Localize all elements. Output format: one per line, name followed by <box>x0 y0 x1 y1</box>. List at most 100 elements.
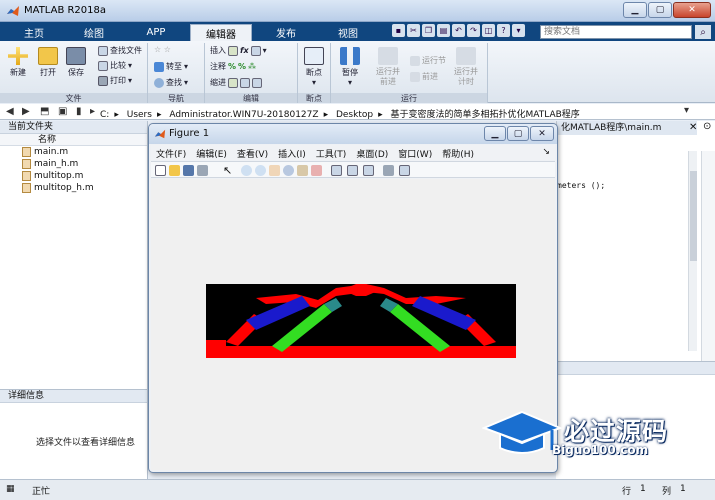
new-button[interactable]: 新建 <box>8 47 28 78</box>
code-line[interactable]: meters (); <box>557 181 605 190</box>
breadcrumb-item[interactable]: Desktop <box>336 110 373 120</box>
scrollbar-thumb[interactable] <box>690 171 697 261</box>
find-button[interactable]: 查找 ▾ <box>154 77 188 88</box>
m-file-icon <box>22 147 31 157</box>
run-and-time-button[interactable]: 运行并计时 <box>452 47 480 87</box>
menu-view[interactable]: 查看(V) <box>232 145 273 160</box>
uncomment-icon[interactable]: % <box>238 62 246 71</box>
brush-icon[interactable] <box>311 165 322 176</box>
wrap-comment-icon[interactable]: ⁂ <box>248 62 256 71</box>
list-item[interactable]: main.m <box>0 146 147 158</box>
breadcrumb-item[interactable]: Users <box>127 110 152 120</box>
open-button[interactable]: 打开 <box>38 47 58 78</box>
menu-insert[interactable]: 插入(I) <box>273 145 311 160</box>
menu-edit[interactable]: 编辑(E) <box>191 145 232 160</box>
tab-publish[interactable]: 发布 <box>258 24 314 41</box>
compare-button[interactable]: 比较 ▾ <box>98 60 132 71</box>
new-figure-icon[interactable] <box>155 165 166 176</box>
menu-window[interactable]: 窗口(W) <box>393 145 437 160</box>
editor-tab[interactable]: 化MATLAB程序\main.m <box>557 121 697 135</box>
comment-button[interactable]: 注释 % % ⁂ <box>210 61 256 72</box>
breadcrumb-item[interactable]: C: <box>100 110 109 120</box>
close-button[interactable]: ✕ <box>530 126 554 141</box>
tab-view[interactable]: 视图 <box>320 24 376 41</box>
switch-windows-icon[interactable]: ◫ <box>482 24 495 37</box>
indent-button[interactable]: 缩进 <box>210 77 262 88</box>
minimize-button[interactable]: ▁ <box>484 126 506 141</box>
smart-indent-icon <box>228 77 238 88</box>
list-item[interactable]: multitop.m <box>0 170 147 182</box>
zoom-in-icon[interactable] <box>241 165 252 176</box>
fx-icon[interactable]: fx <box>240 46 249 55</box>
advance-button[interactable]: 前进 <box>410 71 438 82</box>
bookmark-buttons[interactable]: ☆ ☆ <box>154 45 171 54</box>
forward-arrow-icon[interactable]: ▶ <box>22 106 30 117</box>
close-icon[interactable]: ✕ <box>689 122 697 133</box>
tab-apps[interactable]: APP <box>128 24 184 41</box>
search-documentation-input[interactable] <box>540 25 692 39</box>
open-file-icon[interactable] <box>169 165 180 176</box>
list-item[interactable]: multitop_h.m <box>0 182 147 194</box>
list-item[interactable]: main_h.m <box>0 158 147 170</box>
tab-home[interactable]: 主页 <box>8 24 60 41</box>
menu-tools[interactable]: 工具(T) <box>311 145 352 160</box>
editor-scrollbar[interactable] <box>688 151 697 351</box>
undo-icon[interactable]: ↶ <box>452 24 465 37</box>
insert-cell-icon <box>228 45 238 56</box>
undock-icon[interactable]: ↘ <box>537 145 555 160</box>
find-files-button[interactable]: 查找文件 <box>98 45 142 56</box>
pause-button[interactable]: 暂停 ▾ <box>340 47 360 87</box>
percent-comment-icon[interactable]: % <box>228 62 236 71</box>
find-icon <box>154 77 164 88</box>
copy-icon[interactable]: ❐ <box>422 24 435 37</box>
print-figure-icon[interactable] <box>197 165 208 176</box>
run-and-advance-button[interactable]: 运行并前进 <box>374 47 402 87</box>
tab-editor[interactable]: 编辑器 <box>190 24 252 41</box>
run-section-button[interactable]: 运行节 <box>410 55 446 66</box>
print-button[interactable]: 打印 ▾ <box>98 75 132 86</box>
hide-plot-tools-icon[interactable] <box>383 165 394 176</box>
link-plot-icon[interactable] <box>331 165 342 176</box>
cut-icon[interactable]: ✂ <box>407 24 420 37</box>
breakpoints-button[interactable]: 断点 ▾ <box>304 47 324 87</box>
search-icon[interactable]: ⌕ <box>695 25 711 39</box>
minimize-button[interactable]: ▁ <box>623 2 647 18</box>
save-figure-icon[interactable] <box>183 165 194 176</box>
column-header-name[interactable]: 名称 <box>0 134 147 146</box>
insert-label: 插入 <box>210 46 226 55</box>
close-button[interactable]: ✕ <box>673 2 711 18</box>
panel-menu-icon[interactable]: ⊙ <box>703 121 711 132</box>
goto-button[interactable]: 转至 ▾ <box>154 61 188 72</box>
paste-icon[interactable]: ▤ <box>437 24 450 37</box>
maximize-button[interactable]: ▢ <box>507 126 529 141</box>
save-icon[interactable]: ▪ <box>392 24 405 37</box>
data-cursor-icon[interactable] <box>297 165 308 176</box>
back-arrow-icon[interactable]: ◀ <box>6 106 14 117</box>
help-icon[interactable]: ? <box>497 24 510 37</box>
ribbon-toolstrip: 新建 打开 保存 查找文件 比较 ▾ 打印 ▾ 文件 ☆ ☆ 转至 ▾ 查找 ▾ 导航 … <box>0 41 715 103</box>
path-dropdown-icon[interactable]: ▾ <box>684 105 689 116</box>
pan-icon[interactable] <box>269 165 280 176</box>
maximize-button[interactable]: ▢ <box>648 2 672 18</box>
breadcrumb-item[interactable]: Administrator.WIN7U-20180127Z <box>169 110 318 120</box>
breakpoints-icon <box>304 47 324 65</box>
colorbar-icon[interactable] <box>347 165 358 176</box>
save-button[interactable]: 保存 <box>66 47 86 78</box>
redo-icon[interactable]: ↷ <box>467 24 480 37</box>
up-folder-icon[interactable]: ⬒ <box>40 106 49 117</box>
zoom-out-icon[interactable] <box>255 165 266 176</box>
show-plot-tools-icon[interactable] <box>399 165 410 176</box>
menu-file[interactable]: 文件(F) <box>151 145 191 160</box>
menu-help[interactable]: 帮助(H) <box>437 145 479 160</box>
insert-button[interactable]: 插入 fx ▾ <box>210 45 267 56</box>
advance-label: 前进 <box>422 72 438 81</box>
increase-indent-icon <box>240 77 250 88</box>
tab-plots[interactable]: 绘图 <box>66 24 122 41</box>
pointer-icon[interactable]: ↖ <box>223 165 234 176</box>
legend-icon[interactable] <box>363 165 374 176</box>
dropdown-icon[interactable]: ▾ <box>512 24 525 37</box>
rotate-3d-icon[interactable] <box>283 165 294 176</box>
menu-desktop[interactable]: 桌面(D) <box>351 145 393 160</box>
breadcrumb-item[interactable]: 基于变密度法的简单多相拓扑优化MATLAB程序 <box>391 110 580 120</box>
browse-folder-icon[interactable]: ▣ <box>58 106 67 117</box>
